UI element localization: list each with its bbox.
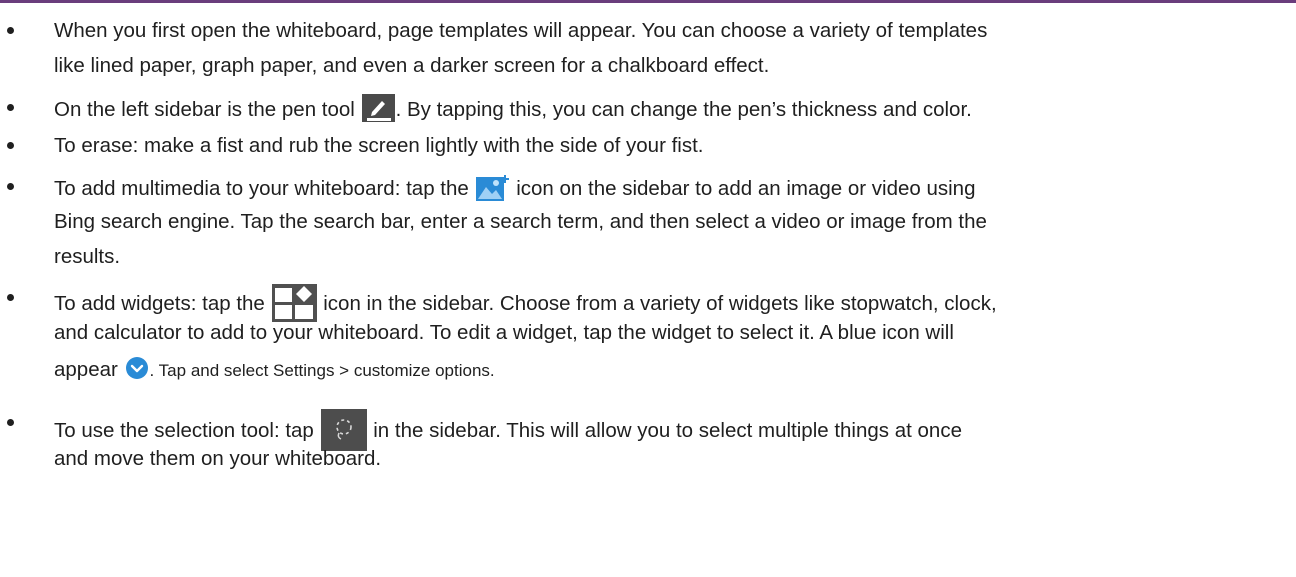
text-run: appear — [54, 358, 118, 381]
pen-icon — [361, 94, 395, 122]
text-line: like lined paper, graph paper, and even … — [54, 54, 770, 77]
text-line: and calculator to add to your whiteboard… — [54, 321, 954, 344]
bullet-dot — [7, 183, 14, 190]
text-run: To add multimedia to your whiteboard: ta… — [54, 177, 469, 200]
top-accent-rule — [0, 0, 1296, 3]
text-line: appear . Tap and select Settings > custo… — [54, 356, 495, 385]
bullet-dot — [7, 104, 14, 111]
text-run: On the left sidebar is the pen tool — [54, 98, 355, 121]
text-run: To use the selection tool: tap — [54, 419, 314, 442]
text-line: and move them on your whiteboard. — [54, 447, 382, 470]
text-run: in the sidebar. This will allow you to s… — [373, 419, 962, 442]
text-line: On the left sidebar is the pen tool . By… — [54, 94, 972, 124]
text-line: To add multimedia to your whiteboard: ta… — [54, 173, 975, 203]
text-line: To add widgets: tap the icon in the side… — [54, 284, 997, 322]
bullet-dot — [7, 294, 14, 301]
text-line: results. — [54, 245, 121, 268]
bullet-dot — [7, 419, 14, 426]
chevron-down-circle-icon — [125, 356, 149, 380]
text-run: To add widgets: tap the — [54, 292, 265, 315]
widgets-icon — [271, 284, 317, 322]
text-run: icon on the sidebar to add an image or v… — [516, 177, 976, 200]
text-run: icon in the sidebar. Choose from a varie… — [323, 292, 997, 315]
text-run: . By tapping this, you can change the pe… — [395, 98, 972, 121]
text-line: When you first open the whiteboard, page… — [54, 19, 988, 42]
text-line: To erase: make a fist and rub the screen… — [54, 134, 704, 157]
add-media-icon — [475, 173, 510, 201]
text-line: Bing search engine. Tap the search bar, … — [54, 210, 987, 233]
text-run: . Tap and select Settings > customize op… — [149, 361, 495, 380]
bullet-dot — [7, 27, 14, 34]
bullet-dot — [7, 142, 14, 149]
